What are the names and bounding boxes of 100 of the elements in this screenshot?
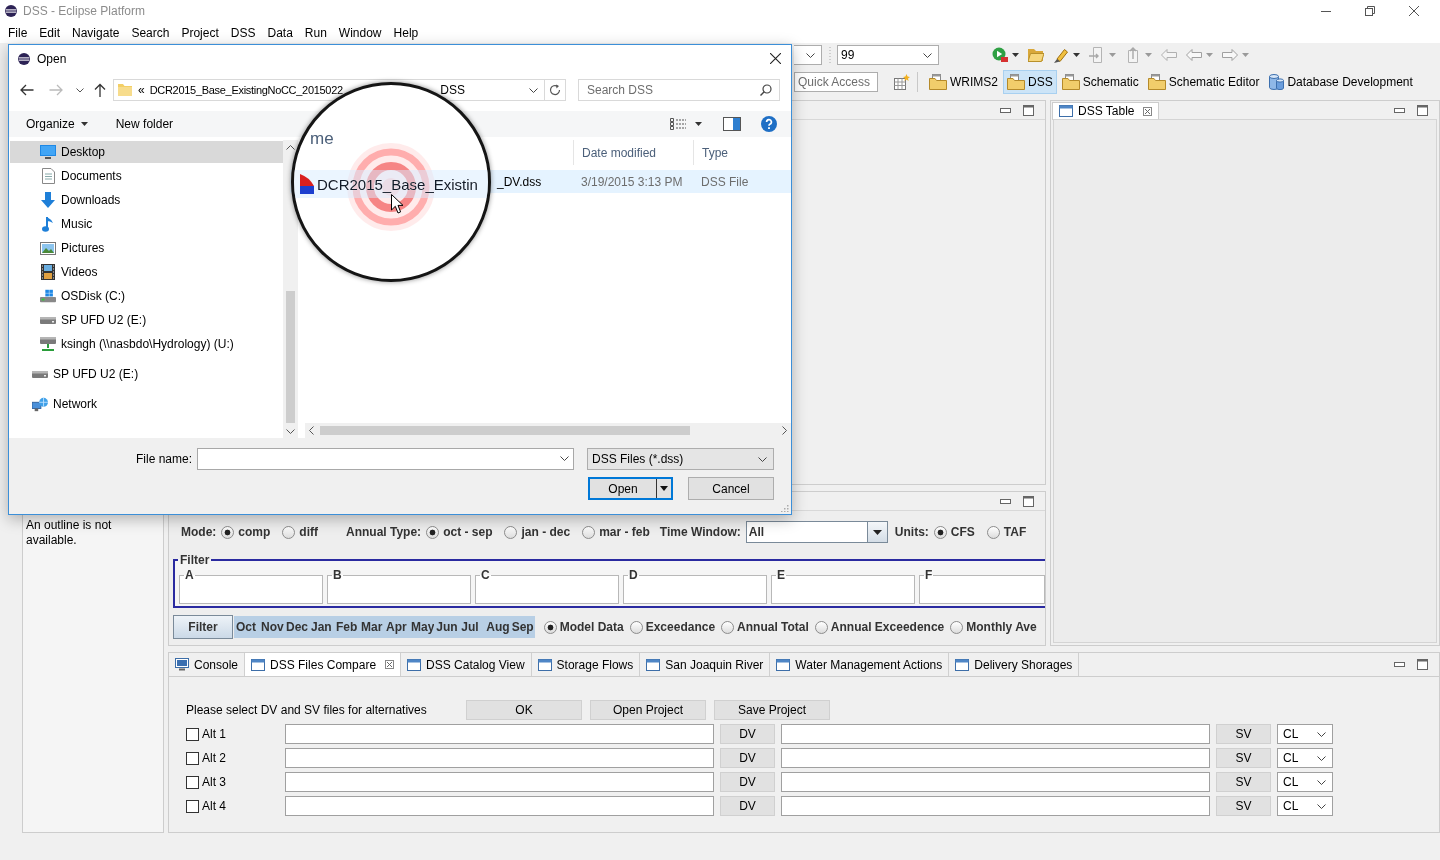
help-icon[interactable] xyxy=(761,116,777,132)
input-field[interactable]: C xyxy=(475,568,619,604)
radio-button[interactable] xyxy=(629,620,643,634)
nav-item[interactable]: Desktop xyxy=(10,141,283,163)
file-path-field[interactable] xyxy=(285,724,714,744)
type-dropdown[interactable]: CL xyxy=(1277,724,1333,744)
type-dropdown[interactable]: CL xyxy=(1277,748,1333,768)
scrollbar-thumb[interactable] xyxy=(320,426,690,435)
file-path-field[interactable] xyxy=(285,796,714,816)
scrollbar-thumb[interactable] xyxy=(286,291,295,423)
view-tab[interactable]: Delivery Shorages xyxy=(949,653,1080,676)
scrollbar[interactable] xyxy=(283,140,298,438)
month-item[interactable]: Jan xyxy=(309,616,334,638)
pen-icon[interactable] xyxy=(1053,47,1069,63)
radio-button[interactable] xyxy=(426,525,440,539)
menu-item[interactable]: Project xyxy=(175,25,225,40)
perspective-button[interactable]: WRIMS2 xyxy=(925,70,1002,94)
menu-item[interactable]: DSS xyxy=(224,25,262,40)
dropdown-field[interactable] xyxy=(794,45,822,65)
radio-button[interactable] xyxy=(950,620,964,634)
file-name-field[interactable] xyxy=(197,448,574,470)
menu-item[interactable]: Edit xyxy=(33,25,67,40)
menu-item[interactable]: Run xyxy=(298,25,333,40)
back-arrow-icon[interactable] xyxy=(20,84,34,96)
maximize-icon[interactable] xyxy=(1023,104,1034,116)
up-arrow-icon[interactable] xyxy=(94,83,106,97)
view-tab[interactable]: Storage Flows xyxy=(531,653,641,676)
nav-item[interactable]: SP UFD U2 (E:) xyxy=(10,363,283,385)
command-button[interactable]: New folder xyxy=(115,117,174,131)
close-icon[interactable] xyxy=(770,53,781,64)
checkbox[interactable] xyxy=(186,751,199,765)
file-path-field[interactable] xyxy=(285,772,714,792)
breadcrumb[interactable]: DCR2015_Base_ExistingNoCC_2015022 xyxy=(149,84,343,96)
minimize-icon[interactable] xyxy=(1394,662,1405,667)
open-perspective-icon[interactable] xyxy=(894,74,910,90)
caret-icon[interactable] xyxy=(695,122,702,126)
run-icon[interactable] xyxy=(992,47,1008,63)
perspective-button[interactable]: Schematic xyxy=(1057,70,1143,94)
nav-item[interactable]: Videos xyxy=(10,261,283,283)
minimize-icon[interactable] xyxy=(1394,107,1405,113)
checkbox[interactable] xyxy=(186,799,199,813)
view-tab[interactable]: DSS Files Compare xyxy=(245,653,402,676)
radio-button[interactable] xyxy=(582,525,596,539)
filter-button[interactable]: Filter xyxy=(173,615,233,639)
chevron-down-icon[interactable] xyxy=(76,87,84,93)
dropdown-field[interactable]: 99 xyxy=(837,45,939,65)
scrollbar[interactable] xyxy=(305,423,791,438)
radio-button[interactable] xyxy=(721,620,735,634)
list-view-icon[interactable] xyxy=(670,118,686,130)
minimize-icon[interactable] xyxy=(1000,107,1011,113)
action-button[interactable]: Open Project xyxy=(590,700,706,720)
month-item[interactable]: Sep xyxy=(509,616,535,638)
radio-button[interactable] xyxy=(814,620,828,634)
time-window-dropdown[interactable]: All xyxy=(745,521,888,543)
radio-button[interactable] xyxy=(986,525,1000,539)
month-item[interactable]: Jul xyxy=(459,616,485,638)
search-icon[interactable] xyxy=(760,84,772,96)
view-tab[interactable]: DSS Catalog View xyxy=(401,653,532,676)
preview-pane-icon[interactable] xyxy=(723,117,741,131)
action-button[interactable]: OK xyxy=(466,700,582,720)
file-path-field[interactable] xyxy=(781,796,1210,816)
open-button[interactable]: Open xyxy=(588,477,673,500)
maximize-icon[interactable] xyxy=(1023,495,1034,507)
column-header[interactable]: Date modified xyxy=(573,140,693,165)
nav-item[interactable]: Network xyxy=(10,393,283,415)
nav-item[interactable]: Downloads xyxy=(10,189,283,211)
folder-open-icon[interactable] xyxy=(1028,48,1044,62)
restore-icon[interactable] xyxy=(1365,6,1375,16)
overflow-mark[interactable]: « xyxy=(138,83,145,97)
maximize-icon[interactable] xyxy=(1417,104,1428,116)
menu-item[interactable]: Search xyxy=(125,25,176,40)
maximize-icon[interactable] xyxy=(1417,659,1428,670)
menu-item[interactable]: Navigate xyxy=(66,25,126,40)
nav-item[interactable]: Pictures xyxy=(10,237,283,259)
action-button[interactable]: Save Project xyxy=(714,700,830,720)
menu-item[interactable]: File xyxy=(2,25,34,40)
cancel-button[interactable]: Cancel xyxy=(688,477,774,500)
input-field[interactable]: B xyxy=(327,568,471,604)
file-path-field[interactable] xyxy=(781,748,1210,768)
browse-button[interactable]: SV xyxy=(1216,796,1271,816)
view-tab[interactable]: Water Management Actions xyxy=(770,653,950,676)
radio-button[interactable] xyxy=(504,525,518,539)
minimize-icon[interactable] xyxy=(1000,498,1011,504)
menu-item[interactable]: Data xyxy=(261,25,299,40)
perspective-button[interactable]: Schematic Editor xyxy=(1143,70,1264,94)
nav-item[interactable]: Music xyxy=(10,213,283,235)
menu-item[interactable]: Help xyxy=(387,25,425,40)
resize-grip-icon[interactable] xyxy=(781,504,789,512)
radio-button[interactable] xyxy=(543,620,557,634)
month-item[interactable]: Oct xyxy=(234,616,259,638)
file-path-field[interactable] xyxy=(781,772,1210,792)
browse-button[interactable]: DV xyxy=(720,796,775,816)
browse-button[interactable]: DV xyxy=(720,748,775,768)
browse-button[interactable]: SV xyxy=(1216,748,1271,768)
browse-button[interactable]: SV xyxy=(1216,772,1271,792)
menu-item[interactable]: Window xyxy=(332,25,388,40)
month-item[interactable]: May xyxy=(409,616,435,638)
input-field[interactable]: A xyxy=(179,568,323,604)
browse-button[interactable]: DV xyxy=(720,772,775,792)
type-dropdown[interactable]: CL xyxy=(1277,796,1333,816)
